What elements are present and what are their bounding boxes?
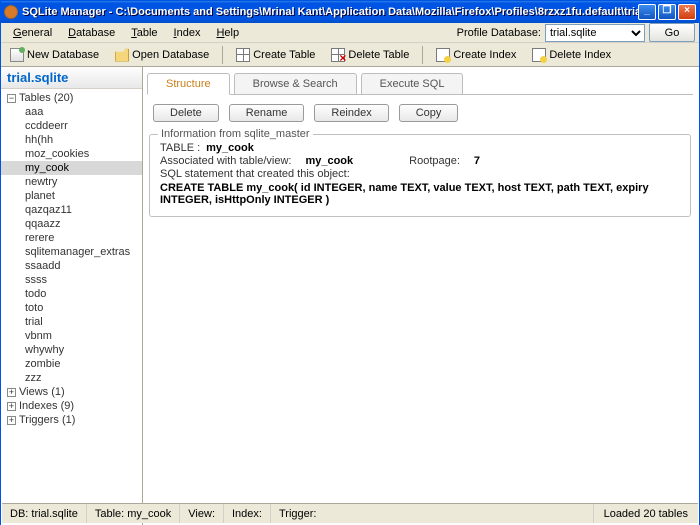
expander-icon[interactable]: + — [7, 402, 16, 411]
tree-group-label: Triggers (1) — [19, 414, 75, 426]
tab-browse-search[interactable]: Browse & Search — [234, 73, 357, 94]
tree-item[interactable]: aaa — [1, 105, 142, 119]
rootpage-label: Rootpage: — [409, 155, 460, 167]
tree-item[interactable]: ssss — [1, 273, 142, 287]
app-icon — [4, 5, 18, 19]
table-label: TABLE : — [160, 142, 200, 154]
window-title: SQLite Manager - C:\Documents and Settin… — [22, 6, 638, 18]
action-buttons: Delete Rename Reindex Copy — [147, 99, 693, 122]
profile-db-label: Profile Database: — [457, 27, 541, 39]
menu-table[interactable]: Table — [123, 25, 165, 41]
tree-group[interactable]: −Tables (20) — [1, 91, 142, 105]
tree-item[interactable]: zzz — [1, 371, 142, 385]
tree-item[interactable]: whywhy — [1, 343, 142, 357]
open-database-button[interactable]: Open Database — [110, 46, 214, 64]
close-button[interactable]: × — [678, 4, 696, 20]
delete-index-icon — [532, 48, 546, 62]
assoc-value: my_cook — [305, 155, 353, 167]
delete-table-icon — [331, 48, 345, 62]
tree-group[interactable]: +Triggers (1) — [1, 413, 142, 427]
schema-tree[interactable]: −Tables (20)aaaccddeerrhh(hhmoz_cookiesm… — [1, 89, 142, 525]
new-database-icon — [10, 48, 24, 62]
table-name: my_cook — [206, 142, 254, 154]
tree-group[interactable]: +Indexes (9) — [1, 399, 142, 413]
status-db: DB: trial.sqlite — [2, 504, 87, 523]
main-panel: StructureBrowse & SearchExecute SQL Dele… — [143, 67, 699, 525]
delete-index-button[interactable]: Delete Index — [527, 46, 616, 64]
toolbar: New Database Open Database Create Table … — [1, 43, 699, 67]
status-trigger: Trigger: — [271, 504, 593, 523]
new-database-button[interactable]: New Database — [5, 46, 104, 64]
tree-item[interactable]: toto — [1, 301, 142, 315]
expander-icon[interactable]: + — [7, 416, 16, 425]
sidebar-title: trial.sqlite — [1, 67, 142, 89]
maximize-button[interactable]: ❐ — [658, 4, 676, 20]
status-view: View: — [180, 504, 224, 523]
info-fieldset: Information from sqlite_master TABLE : m… — [149, 134, 691, 217]
copy-button[interactable]: Copy — [399, 104, 459, 122]
tree-group-label: Indexes (9) — [19, 400, 74, 412]
create-table-button[interactable]: Create Table — [231, 46, 320, 64]
profile-db-select[interactable]: trial.sqlite — [545, 24, 645, 42]
statusbar: DB: trial.sqlite Table: my_cook View: In… — [2, 503, 698, 523]
tree-item[interactable]: qqaazz — [1, 217, 142, 231]
tree-group-label: Views (1) — [19, 386, 65, 398]
tree-item[interactable]: trial — [1, 315, 142, 329]
menu-general[interactable]: General — [5, 25, 60, 41]
tree-item[interactable]: my_cook — [1, 161, 142, 175]
sql-label: SQL statement that created this object: — [160, 168, 350, 180]
fieldset-legend: Information from sqlite_master — [158, 128, 313, 140]
tree-item[interactable]: newtry — [1, 175, 142, 189]
open-database-icon — [115, 48, 129, 62]
assoc-label: Associated with table/view: — [160, 155, 291, 167]
status-table: Table: my_cook — [87, 504, 180, 523]
tree-item[interactable]: todo — [1, 287, 142, 301]
menu-database[interactable]: Database — [60, 25, 123, 41]
menu-help[interactable]: Help — [208, 25, 247, 41]
tree-item[interactable]: vbnm — [1, 329, 142, 343]
titlebar[interactable]: SQLite Manager - C:\Documents and Settin… — [1, 1, 699, 23]
toolbar-separator — [422, 46, 423, 64]
status-loaded: Loaded 20 tables — [593, 504, 698, 523]
create-index-button[interactable]: Create Index — [431, 46, 521, 64]
delete-table-button[interactable]: Delete Table — [326, 46, 414, 64]
toolbar-separator — [222, 46, 223, 64]
tree-item[interactable]: rerere — [1, 231, 142, 245]
status-index: Index: — [224, 504, 271, 523]
menu-index[interactable]: Index — [166, 25, 209, 41]
expander-icon[interactable]: − — [7, 94, 16, 103]
menubar: General Database Table Index Help Profil… — [1, 23, 699, 43]
expander-icon[interactable]: + — [7, 388, 16, 397]
tree-item[interactable]: moz_cookies — [1, 147, 142, 161]
tree-item[interactable]: ccddeerr — [1, 119, 142, 133]
create-table-icon — [236, 48, 250, 62]
tabstrip: StructureBrowse & SearchExecute SQL — [147, 71, 693, 95]
minimize-button[interactable]: _ — [638, 4, 656, 20]
go-button[interactable]: Go — [649, 23, 695, 42]
sidebar: trial.sqlite −Tables (20)aaaccddeerrhh(h… — [1, 67, 143, 525]
tab-execute-sql[interactable]: Execute SQL — [361, 73, 464, 94]
tree-group-label: Tables (20) — [19, 92, 73, 104]
tree-item[interactable]: hh(hh — [1, 133, 142, 147]
sql-statement: CREATE TABLE my_cook( id INTEGER, name T… — [160, 182, 680, 206]
create-index-icon — [436, 48, 450, 62]
tree-item[interactable]: qazqaz11 — [1, 203, 142, 217]
tree-group[interactable]: +Views (1) — [1, 385, 142, 399]
tree-item[interactable]: sqlitemanager_extras — [1, 245, 142, 259]
tree-item[interactable]: planet — [1, 189, 142, 203]
reindex-button[interactable]: Reindex — [314, 104, 388, 122]
tree-item[interactable]: zombie — [1, 357, 142, 371]
tree-item[interactable]: ssaadd — [1, 259, 142, 273]
rename-button[interactable]: Rename — [229, 104, 305, 122]
delete-button[interactable]: Delete — [153, 104, 219, 122]
rootpage-value: 7 — [474, 155, 480, 167]
tab-structure[interactable]: Structure — [147, 73, 230, 95]
